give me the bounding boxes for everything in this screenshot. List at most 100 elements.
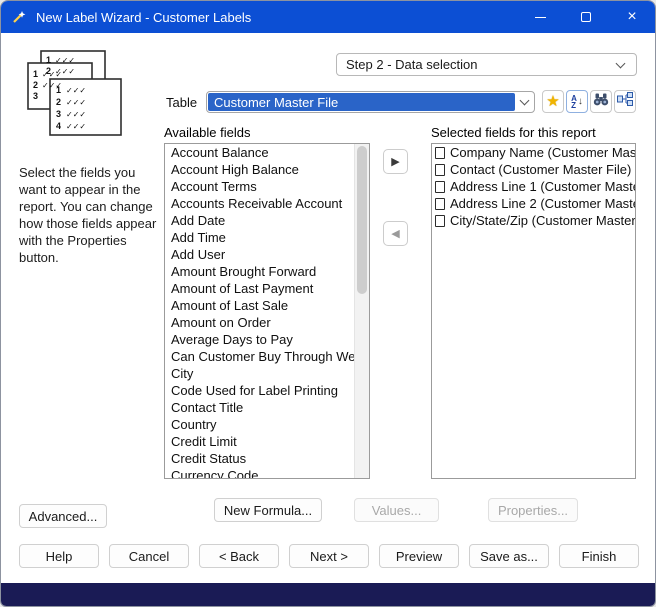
next-button[interactable]: Next > xyxy=(289,544,369,568)
maximize-button[interactable] xyxy=(563,1,609,33)
new-formula-button[interactable]: New Formula... xyxy=(214,498,322,522)
left-arrow-icon: ◀ xyxy=(391,227,399,240)
available-field-label: Amount on Order xyxy=(171,315,271,330)
sidebar-description: Select the fields you want to appear in … xyxy=(19,164,157,266)
available-field-item[interactable]: Credit Status xyxy=(165,450,354,467)
field-checkbox[interactable] xyxy=(435,164,445,176)
star-icon: ★ xyxy=(546,94,559,109)
close-icon: × xyxy=(627,9,636,25)
selected-field-label: Contact (Customer Master File) xyxy=(450,162,631,177)
table-relations-icon xyxy=(617,92,633,111)
svg-text:3: 3 xyxy=(56,109,61,119)
report-stack-icon: 12 123 1234 ✓✓✓✓✓✓ ✓✓✓✓✓✓ ✓✓✓✓✓✓✓✓✓✓✓✓ xyxy=(23,49,125,146)
available-fields-scrollbar[interactable] xyxy=(354,144,369,478)
window-bottom-edge xyxy=(1,583,655,606)
available-field-item[interactable]: Country xyxy=(165,416,354,433)
available-field-item[interactable]: Amount of Last Sale xyxy=(165,297,354,314)
available-field-label: City xyxy=(171,366,193,381)
field-checkbox[interactable] xyxy=(435,181,445,193)
back-button[interactable]: < Back xyxy=(199,544,279,568)
selected-fields-label: Selected fields for this report xyxy=(431,125,596,140)
svg-text:✓✓✓: ✓✓✓ xyxy=(66,122,86,131)
sort-az-icon: A Z ↓ xyxy=(571,95,583,109)
available-field-item[interactable]: Amount Brought Forward xyxy=(165,263,354,280)
svg-text:✓✓✓: ✓✓✓ xyxy=(42,81,62,90)
available-field-label: Currency Code xyxy=(171,468,258,479)
available-field-item[interactable]: Currency Code xyxy=(165,467,354,479)
scrollbar-thumb[interactable] xyxy=(357,146,367,294)
available-field-item[interactable]: Code Used for Label Printing xyxy=(165,382,354,399)
available-field-label: Country xyxy=(171,417,217,432)
available-field-item[interactable]: Amount on Order xyxy=(165,314,354,331)
available-field-item[interactable]: Accounts Receivable Account xyxy=(165,195,354,212)
add-field-button[interactable]: ▶ xyxy=(383,149,408,174)
save-as-button[interactable]: Save as... xyxy=(469,544,549,568)
values-button[interactable]: Values... xyxy=(354,498,439,522)
available-field-item[interactable]: Add User xyxy=(165,246,354,263)
selected-fields-list[interactable]: Company Name (Customer Master File) Cont… xyxy=(431,143,636,479)
svg-text:3: 3 xyxy=(33,91,38,101)
available-field-label: Amount Brought Forward xyxy=(171,264,316,279)
available-field-item[interactable]: Average Days to Pay xyxy=(165,331,354,348)
available-fields-list[interactable]: Account Balance Account High Balance Acc… xyxy=(164,143,370,479)
available-field-label: Account High Balance xyxy=(171,162,299,177)
close-button[interactable]: × xyxy=(609,1,655,33)
finish-button[interactable]: Finish xyxy=(559,544,639,568)
table-dropdown-button[interactable] xyxy=(515,100,533,104)
selected-field-item[interactable]: Address Line 2 (Customer Master File) xyxy=(432,195,635,212)
available-field-item[interactable]: Credit Limit xyxy=(165,433,354,450)
available-field-item[interactable]: Account Balance xyxy=(165,144,354,161)
svg-text:✓✓✓: ✓✓✓ xyxy=(66,86,86,95)
field-checkbox[interactable] xyxy=(435,147,445,159)
available-field-label: Amount of Last Payment xyxy=(171,281,313,296)
selected-field-item[interactable]: Company Name (Customer Master File) xyxy=(432,144,635,161)
selected-field-item[interactable]: Address Line 1 (Customer Master File) xyxy=(432,178,635,195)
selected-field-item[interactable]: City/State/Zip (Customer Master File) xyxy=(432,212,635,229)
svg-text:✓✓✓: ✓✓✓ xyxy=(55,56,75,65)
table-relations-button[interactable] xyxy=(614,90,636,113)
window-title: New Label Wizard - Customer Labels xyxy=(36,10,251,25)
preview-button[interactable]: Preview xyxy=(379,544,459,568)
available-field-item[interactable]: Add Date xyxy=(165,212,354,229)
remove-field-button[interactable]: ◀ xyxy=(383,221,408,246)
field-checkbox[interactable] xyxy=(435,198,445,210)
favorites-button[interactable]: ★ xyxy=(542,90,564,113)
selected-field-item[interactable]: Contact (Customer Master File) xyxy=(432,161,635,178)
available-field-item[interactable]: Add Time xyxy=(165,229,354,246)
chevron-down-icon xyxy=(519,96,529,106)
help-button[interactable]: Help xyxy=(19,544,99,568)
find-button[interactable] xyxy=(590,90,612,113)
available-field-label: Add Date xyxy=(171,213,225,228)
field-checkbox[interactable] xyxy=(435,215,445,227)
available-field-item[interactable]: City xyxy=(165,365,354,382)
minimize-button[interactable] xyxy=(517,1,563,33)
available-field-label: Credit Status xyxy=(171,451,246,466)
available-fields-label: Available fields xyxy=(164,125,250,140)
available-field-label: Add Time xyxy=(171,230,226,245)
available-field-item[interactable]: Contact Title xyxy=(165,399,354,416)
properties-button[interactable]: Properties... xyxy=(488,498,578,522)
dialog-body: Step 2 - Data selection 12 123 1234 ✓✓✓✓… xyxy=(1,33,655,583)
available-field-label: Code Used for Label Printing xyxy=(171,383,338,398)
sort-button[interactable]: A Z ↓ xyxy=(566,90,588,113)
maximize-icon xyxy=(581,12,591,22)
table-selector[interactable]: Customer Master File xyxy=(206,91,535,113)
right-arrow-icon: ▶ xyxy=(391,155,399,168)
selected-field-label: City/State/Zip (Customer Master File) xyxy=(450,213,635,228)
wizard-app-icon xyxy=(11,9,28,26)
available-field-label: Can Customer Buy Through Web xyxy=(171,349,354,364)
available-field-label: Add User xyxy=(171,247,225,262)
available-field-item[interactable]: Account High Balance xyxy=(165,161,354,178)
available-field-item[interactable]: Account Terms xyxy=(165,178,354,195)
svg-text:2: 2 xyxy=(56,97,61,107)
available-field-item[interactable]: Can Customer Buy Through Web xyxy=(165,348,354,365)
advanced-button[interactable]: Advanced... xyxy=(19,504,107,528)
available-field-label: Contact Title xyxy=(171,400,243,415)
caption-buttons: × xyxy=(517,1,655,33)
available-field-item[interactable]: Amount of Last Payment xyxy=(165,280,354,297)
selected-field-label: Address Line 2 (Customer Master File) xyxy=(450,196,635,211)
cancel-button[interactable]: Cancel xyxy=(109,544,189,568)
step-selector[interactable]: Step 2 - Data selection xyxy=(336,53,637,76)
available-field-label: Account Terms xyxy=(171,179,257,194)
selected-field-label: Company Name (Customer Master File) xyxy=(450,145,635,160)
